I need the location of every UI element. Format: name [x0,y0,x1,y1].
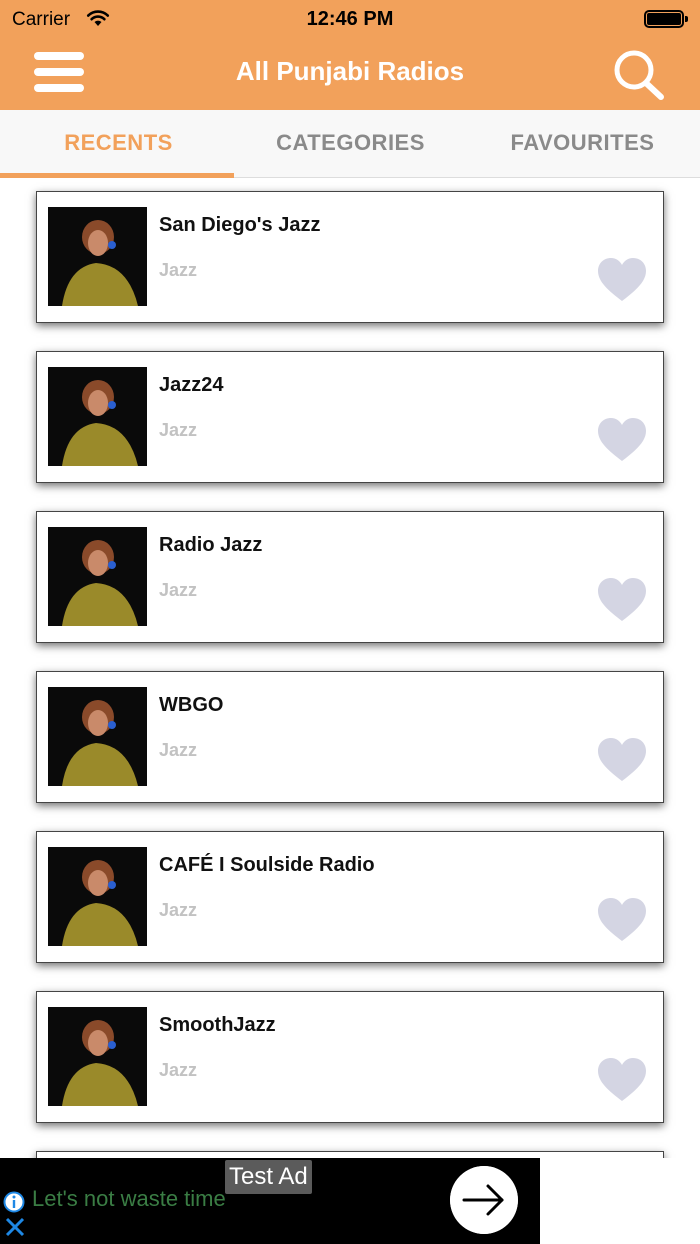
station-name: WBGO [159,694,224,716]
status-time: 12:46 PM [306,8,394,30]
favourite-heart-icon[interactable] [597,578,647,622]
station-artwork [48,687,147,786]
station-artwork [48,1007,147,1106]
station-category: Jazz [159,580,198,600]
station-artwork [48,207,147,306]
ad-label: Test Ad [225,1160,312,1194]
close-icon[interactable] [4,1216,26,1238]
info-icon[interactable] [3,1191,25,1213]
battery-icon [644,10,688,28]
station-category: Jazz [159,420,198,440]
station-card[interactable]: CAFÉ I Soulside Radio Jazz [36,831,664,963]
tab-recents[interactable]: RECENTS [2,110,235,178]
station-category: Jazz [159,1060,198,1080]
tab-bar: RECENTS CATEGORIES FAVOURITES [0,110,700,178]
station-card[interactable]: WBGO Jazz [36,671,664,803]
station-artwork [48,847,147,946]
search-icon[interactable] [612,48,666,100]
favourite-heart-icon[interactable] [597,738,647,782]
header-bar: Carrier 12:46 PM All Punjabi Radios [0,0,700,110]
status-bar: Carrier 12:46 PM [0,0,700,40]
station-artwork [48,367,147,466]
station-category: Jazz [159,900,198,920]
station-name: SmoothJazz [159,1014,276,1036]
station-category: Jazz [159,260,198,280]
station-list[interactable]: San Diego's Jazz Jazz Jazz24 Jazz Radio … [0,179,700,1158]
station-category: Jazz [159,740,198,760]
favourite-heart-icon[interactable] [597,1058,647,1102]
favourite-heart-icon[interactable] [597,258,647,302]
arrow-right-icon[interactable] [450,1166,518,1234]
station-name: Radio Jazz [159,534,263,556]
station-card[interactable]: SmoothJazz Jazz [36,991,664,1123]
active-tab-indicator [0,173,234,178]
station-card[interactable]: San Diego's Jazz Jazz [36,191,664,323]
tab-favourites[interactable]: FAVOURITES [466,110,699,178]
ad-banner[interactable]: Test Ad Let's not waste time [0,1158,540,1244]
ad-text: Let's not waste time [32,1186,226,1211]
station-card-partial[interactable] [36,1151,664,1158]
station-card[interactable]: Radio Jazz Jazz [36,511,664,643]
page-title: All Punjabi Radios [235,56,465,86]
station-name: San Diego's Jazz [159,214,321,236]
station-artwork [48,527,147,626]
favourite-heart-icon[interactable] [597,898,647,942]
tab-categories[interactable]: CATEGORIES [234,110,467,178]
station-card[interactable]: Jazz24 Jazz [36,351,664,483]
station-name: CAFÉ I Soulside Radio [159,854,375,876]
favourite-heart-icon[interactable] [597,418,647,462]
station-name: Jazz24 [159,374,224,396]
